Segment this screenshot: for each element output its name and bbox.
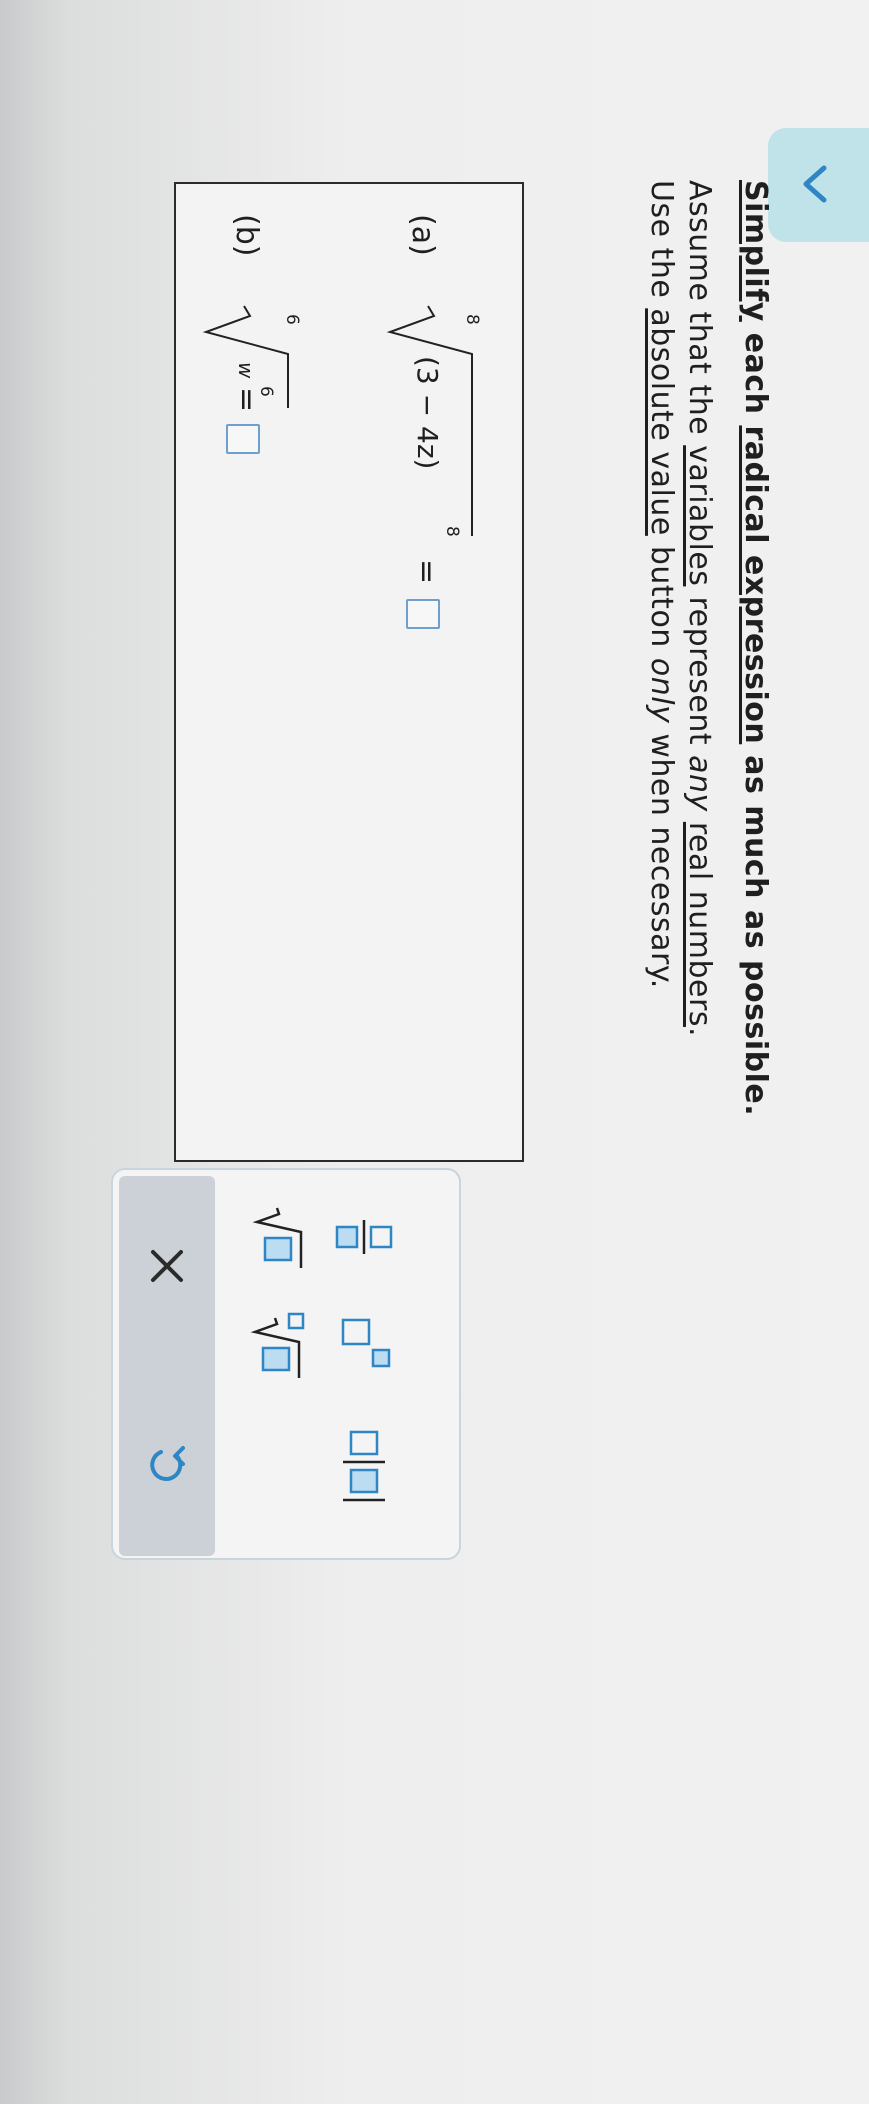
instruction-line-2: Use the absolute value button only when …	[644, 180, 679, 989]
nth-root-button[interactable]	[245, 1310, 315, 1380]
equals-sign: =	[229, 387, 264, 413]
instruction-line-1: Assume that the variables represent any …	[682, 180, 717, 1038]
answer-input-a[interactable]	[406, 599, 440, 629]
math-palette	[111, 1168, 461, 1560]
exponent-button[interactable]	[329, 1310, 399, 1380]
absolute-value-icon	[343, 1430, 385, 1502]
fraction-icon	[335, 1220, 393, 1254]
root-index: 6	[282, 314, 302, 325]
undo-icon	[150, 1446, 185, 1481]
simplify-link[interactable]: Simplify	[738, 180, 773, 322]
exponent: 8	[442, 526, 462, 537]
clear-button[interactable]	[137, 1236, 197, 1296]
action-bar	[119, 1176, 215, 1556]
absolute-value-button[interactable]	[329, 1428, 399, 1502]
problem-box: (a) 8 (3 − 4z) 8 = (b) 6 w 6 =	[174, 182, 524, 1162]
square-root-button[interactable]	[245, 1202, 315, 1272]
radicand: w	[234, 362, 258, 379]
radical-expression-link[interactable]: radical expression	[738, 425, 773, 744]
radicand: (3 − 4z)	[411, 356, 444, 470]
part-b-label: (b)	[229, 214, 264, 257]
real-numbers-link[interactable]: real numbers	[682, 822, 717, 1027]
undo-button[interactable]	[137, 1436, 197, 1496]
answer-input-b[interactable]	[226, 424, 260, 454]
instruction-title: Simplify each radical expression as much…	[738, 180, 773, 1117]
part-a-label: (a)	[405, 214, 440, 256]
square-root-icon	[252, 1207, 303, 1268]
fraction-button[interactable]	[329, 1202, 399, 1272]
exponent-icon	[341, 1318, 391, 1368]
equals-sign: =	[409, 559, 444, 585]
root-index: 8	[462, 314, 482, 325]
clear-icon	[151, 1250, 183, 1282]
question-panel: Simplify each radical expression as much…	[0, 0, 869, 1650]
absolute-value-link[interactable]: absolute value	[644, 308, 679, 535]
nth-root-icon	[250, 1312, 305, 1378]
variables-link[interactable]: variables	[682, 445, 717, 586]
